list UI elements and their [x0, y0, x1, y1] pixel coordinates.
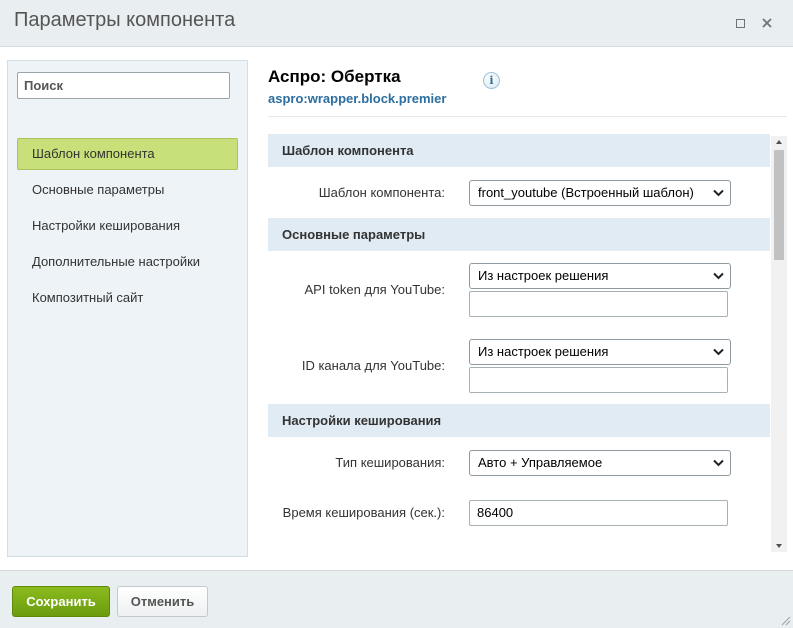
dialog-footer: Сохранить Отменить: [0, 570, 793, 628]
main-panel: Аспро: Обертка aspro:wrapper.block.premi…: [268, 60, 787, 560]
scroll-up-button[interactable]: [771, 136, 787, 148]
chevron-down-icon: [713, 459, 724, 467]
channel-id-select-value: Из настроек решения: [478, 344, 609, 359]
close-icon: [762, 18, 772, 28]
search-input[interactable]: [17, 72, 230, 99]
template-select-value: front_youtube (Встроенный шаблон): [478, 185, 694, 200]
section-header-cache-settings: Настройки кеширования: [268, 404, 770, 437]
cache-type-select[interactable]: Авто + Управляемое: [469, 450, 731, 476]
api-token-input[interactable]: [469, 291, 728, 317]
dialog-title: Параметры компонента: [14, 9, 236, 31]
sidebar-item-additional-settings[interactable]: Дополнительные настройки: [17, 246, 238, 278]
channel-id-input[interactable]: [469, 367, 728, 393]
channel-id-label: ID канала для YouTube:: [301, 358, 445, 373]
chevron-down-icon: [713, 272, 724, 280]
arrow-down-icon: [776, 544, 782, 548]
component-params-dialog: Параметры компонента Шаблон компонента О…: [0, 0, 793, 628]
chevron-down-icon: [713, 189, 724, 197]
api-token-select[interactable]: Из настроек решения: [469, 263, 731, 289]
divider: [268, 116, 787, 117]
cancel-button[interactable]: Отменить: [117, 586, 208, 617]
resize-grip-icon[interactable]: [779, 614, 791, 626]
api-token-select-value: Из настроек решения: [478, 268, 609, 283]
sidebar: Шаблон компонента Основные параметры Нас…: [7, 60, 248, 557]
sidebar-item-main-params[interactable]: Основные параметры: [17, 174, 238, 206]
sidebar-item-composite-site[interactable]: Композитный сайт: [17, 282, 238, 314]
params-scroll-area: Шаблон компонента Шаблон компонента: fro…: [268, 134, 770, 550]
template-label: Шаблон компонента:: [318, 185, 445, 200]
maximize-icon: [736, 19, 745, 28]
component-title: Аспро: Обертка: [268, 67, 401, 86]
template-select[interactable]: front_youtube (Встроенный шаблон): [469, 180, 731, 206]
save-button[interactable]: Сохранить: [12, 586, 110, 617]
arrow-up-icon: [776, 140, 782, 144]
section-header-main-params: Основные параметры: [268, 218, 770, 251]
scrollbar-thumb[interactable]: [774, 150, 784, 260]
close-button[interactable]: [759, 14, 777, 32]
scrollbar[interactable]: [771, 136, 787, 552]
cache-time-input[interactable]: 86400: [469, 500, 728, 526]
cache-type-select-value: Авто + Управляемое: [478, 455, 603, 470]
chevron-down-icon: [713, 348, 724, 356]
maximize-button[interactable]: [731, 14, 749, 32]
sidebar-nav: Шаблон компонента Основные параметры Нас…: [17, 138, 238, 318]
title-bar[interactable]: Параметры компонента: [0, 0, 793, 47]
scroll-down-button[interactable]: [771, 540, 787, 552]
channel-id-select[interactable]: Из настроек решения: [469, 339, 731, 365]
cache-type-label: Тип кеширования:: [335, 455, 445, 470]
info-icon[interactable]: i: [483, 72, 500, 89]
cache-time-label: Время кеширования (сек.):: [282, 505, 445, 520]
section-header-template: Шаблон компонента: [268, 134, 770, 167]
api-token-label: API token для YouTube:: [304, 282, 446, 297]
sidebar-item-cache-settings[interactable]: Настройки кеширования: [17, 210, 238, 242]
sidebar-item-template[interactable]: Шаблон компонента: [17, 138, 238, 170]
component-code: aspro:wrapper.block.premier: [268, 91, 447, 106]
